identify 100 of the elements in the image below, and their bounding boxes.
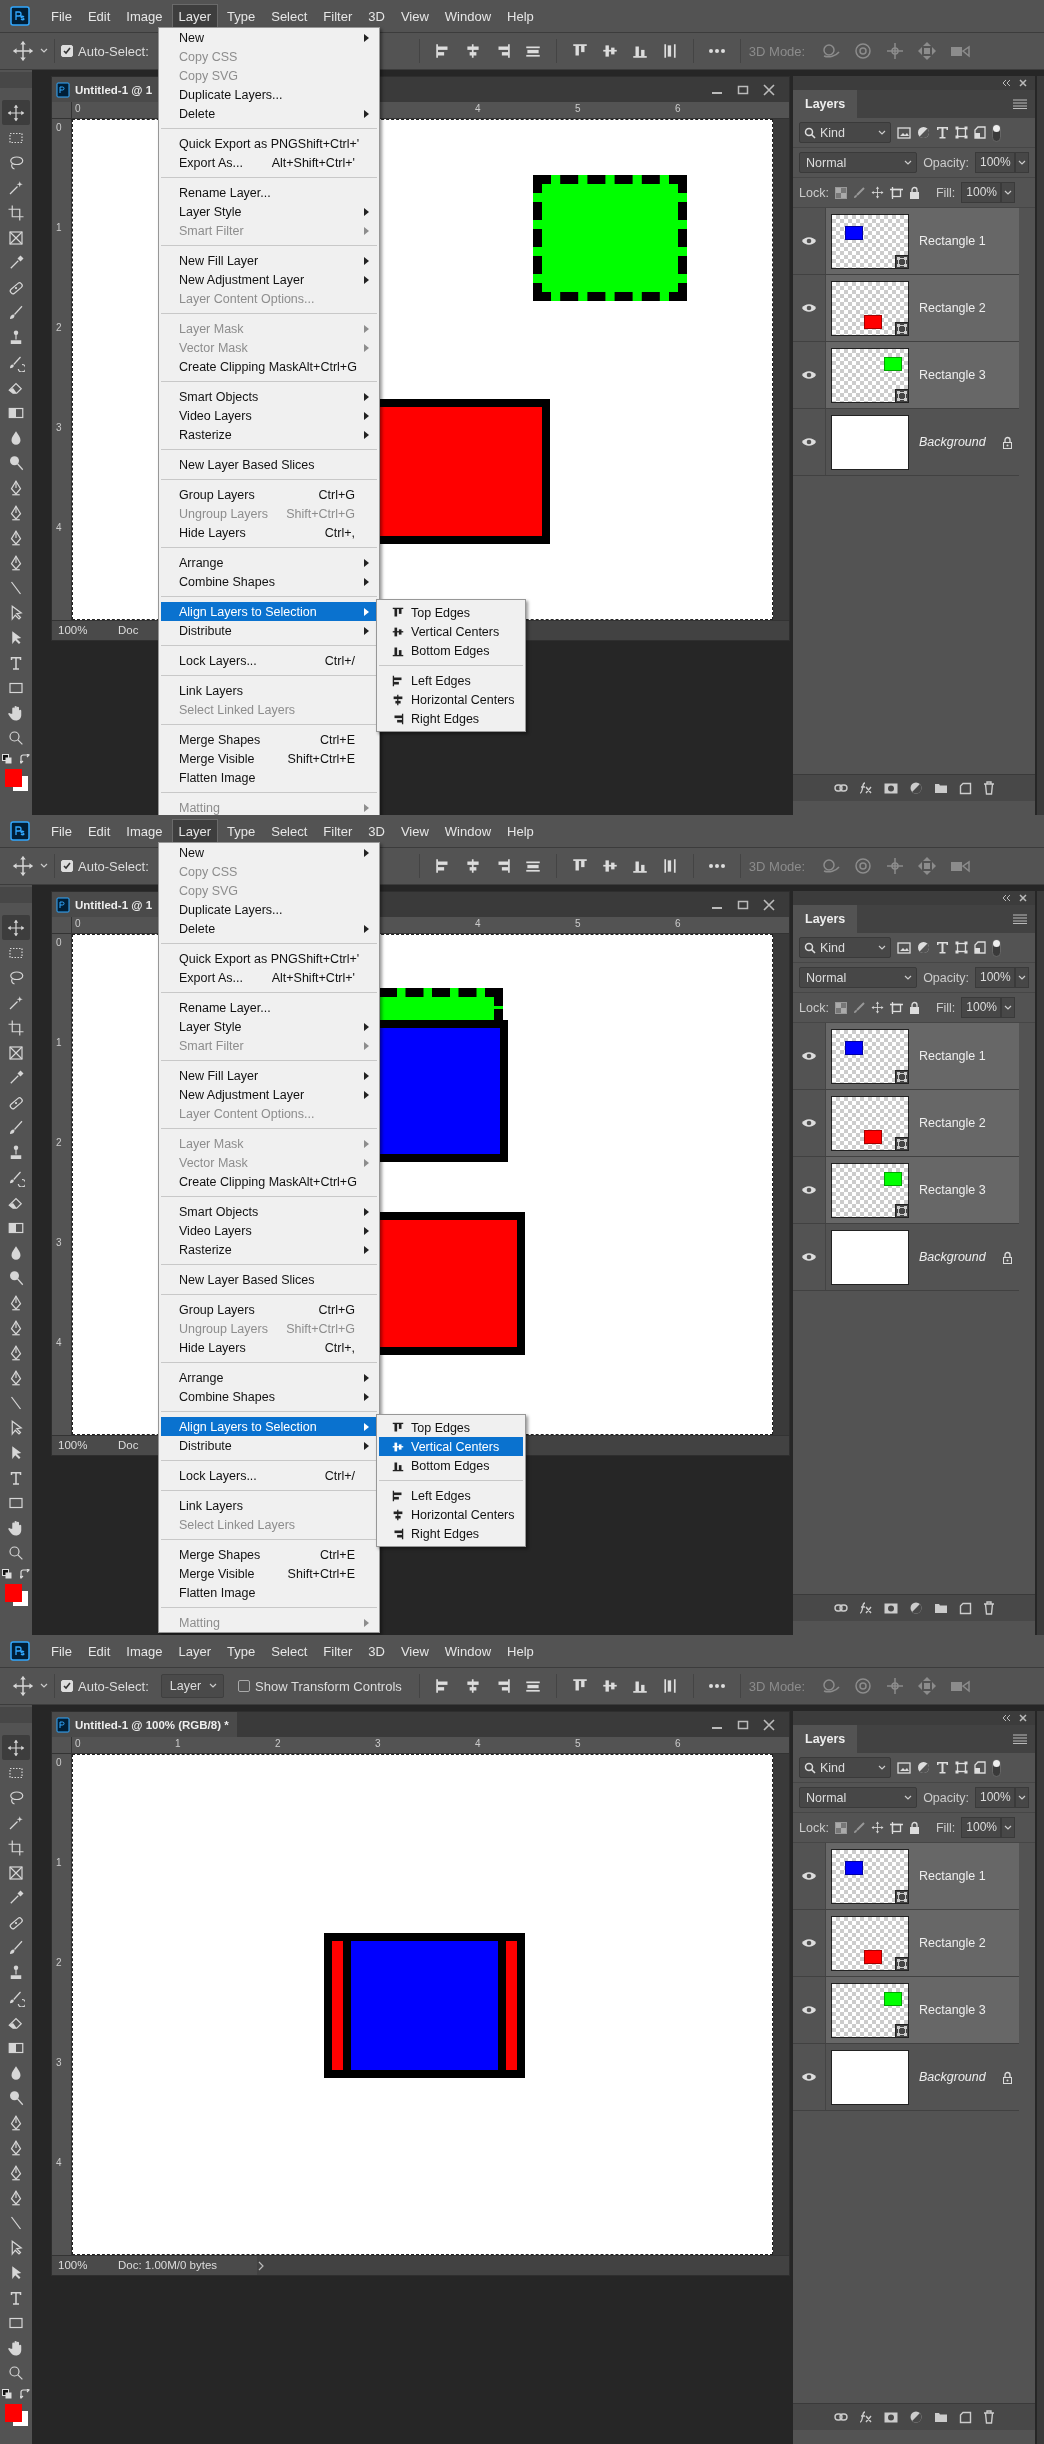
menu-bar-item[interactable]: Help xyxy=(500,1638,541,1664)
foreground-color-swatch[interactable] xyxy=(5,769,22,787)
lock-pixels-icon[interactable] xyxy=(834,1001,847,1014)
background-color-swatch[interactable] xyxy=(13,1591,28,1606)
menu-bar-item[interactable]: 3D xyxy=(361,1638,392,1664)
layer-row[interactable]: Background xyxy=(793,409,1019,476)
eye-icon[interactable] xyxy=(801,236,817,246)
fill-field[interactable]: 100% xyxy=(961,182,1002,203)
menu-bar-item[interactable]: Layer xyxy=(171,1638,219,1664)
smart-object-icon[interactable] xyxy=(974,941,986,954)
menu-icon[interactable] xyxy=(1013,1734,1027,1744)
effects-icon[interactable] xyxy=(858,1602,873,1614)
blend-mode-dropdown[interactable]: Normal xyxy=(799,1787,918,1808)
menu-item[interactable]: Export As... Alt+Shift+Ctrl+' xyxy=(161,968,377,987)
lock-icon[interactable] xyxy=(908,186,920,199)
close-icon[interactable] xyxy=(763,1718,775,1731)
close-icon[interactable] xyxy=(763,898,775,911)
menu-bar-item[interactable]: View xyxy=(393,818,436,844)
menu-item[interactable]: Align Layers to Selection xyxy=(161,602,377,621)
layer-row[interactable]: Rectangle 2 xyxy=(793,1090,1019,1157)
menu-item[interactable]: New Adjustment Layer xyxy=(161,1085,377,1104)
menu-item[interactable]: Video Layers xyxy=(161,406,377,425)
menu-bar-item[interactable]: Window xyxy=(437,1638,499,1664)
menu-item[interactable]: Export As... Alt+Shift+Ctrl+' xyxy=(161,153,377,172)
scrollbar[interactable] xyxy=(773,119,789,620)
filter-dropdown[interactable]: Kind xyxy=(799,937,891,958)
menu-item[interactable]: Hide Layers Ctrl+, xyxy=(161,523,377,542)
opacity-field[interactable]: 100% xyxy=(975,1787,1015,1808)
menu-item[interactable]: Arrange xyxy=(161,553,377,572)
transform-icon[interactable] xyxy=(955,941,968,954)
menu-bar-item[interactable]: Edit xyxy=(80,818,118,844)
menu-item[interactable]: Flatten Image xyxy=(161,768,377,787)
menu-item[interactable]: Rename Layer... xyxy=(161,183,377,202)
menu-item[interactable]: Hide Layers Ctrl+, xyxy=(161,1338,377,1357)
submenu-item[interactable]: Horizontal Centers xyxy=(379,1505,523,1524)
lock-artboard-icon[interactable] xyxy=(889,1821,903,1834)
menu-bar-item[interactable]: Type xyxy=(220,818,263,844)
menu-item[interactable]: Create Clipping MaskAlt+Ctrl+G xyxy=(161,1172,377,1191)
lock-artboard-icon[interactable] xyxy=(889,186,903,199)
zoom-field[interactable]: 100% xyxy=(52,621,102,640)
type-icon[interactable] xyxy=(936,941,949,954)
eye-icon[interactable] xyxy=(801,2072,817,2082)
dropdown-button[interactable] xyxy=(1015,967,1029,988)
lock-brush-icon[interactable] xyxy=(852,186,865,199)
swap-colors-icon[interactable] xyxy=(20,1569,30,1579)
dropdown-button[interactable] xyxy=(1015,152,1029,173)
mask-icon[interactable] xyxy=(883,1602,898,1614)
swap-colors-icon[interactable] xyxy=(20,2389,30,2399)
panel-tab[interactable]: Layers xyxy=(793,905,858,933)
eye-icon[interactable] xyxy=(801,1871,817,1881)
new-layer-icon[interactable] xyxy=(958,1601,972,1615)
filter-dropdown[interactable]: Kind xyxy=(799,122,891,143)
more-icon[interactable] xyxy=(707,1683,726,1689)
effects-icon[interactable] xyxy=(858,2411,873,2423)
menu-item[interactable]: Quick Export as PNGShift+Ctrl+' xyxy=(161,134,377,153)
layer-row[interactable]: Rectangle 3 xyxy=(793,1977,1019,2044)
fill-field[interactable]: 100% xyxy=(961,1817,1002,1838)
app-logo-icon[interactable] xyxy=(10,1641,30,1661)
layer-row[interactable]: Rectangle 1 xyxy=(793,1843,1019,1910)
menu-bar-item[interactable]: Edit xyxy=(80,3,118,29)
lock-icon[interactable] xyxy=(908,1821,920,1834)
menu-item[interactable]: Merge Shapes Ctrl+E xyxy=(161,1545,377,1564)
adjustment-icon[interactable] xyxy=(917,1761,930,1774)
menu-item[interactable]: Combine Shapes xyxy=(161,572,377,591)
menu-bar-item[interactable]: Window xyxy=(437,3,499,29)
menu-item[interactable]: Link Layers xyxy=(161,1496,377,1515)
app-logo-icon[interactable] xyxy=(10,6,30,26)
scrollbar[interactable] xyxy=(1037,76,1044,815)
link-icon[interactable] xyxy=(833,2412,848,2422)
menu-item[interactable]: New Layer Based Slices xyxy=(161,455,377,474)
close-icon[interactable] xyxy=(1019,79,1027,87)
trash-icon[interactable] xyxy=(982,781,995,795)
menu-item[interactable]: Video Layers xyxy=(161,1221,377,1240)
default-colors-icon[interactable] xyxy=(2,1569,12,1579)
submenu-item[interactable]: Left Edges xyxy=(379,671,523,690)
swap-colors-icon[interactable] xyxy=(20,754,30,764)
menu-item[interactable]: Group Layers Ctrl+G xyxy=(161,485,377,504)
move-icon[interactable] xyxy=(12,855,34,877)
menu-item[interactable]: Rasterize xyxy=(161,425,377,444)
menu-item[interactable]: New Fill Layer xyxy=(161,251,377,270)
lock-brush-icon[interactable] xyxy=(852,1821,865,1834)
lock-brush-icon[interactable] xyxy=(852,1001,865,1014)
eye-icon[interactable] xyxy=(801,1938,817,1948)
panel-tab[interactable]: Layers xyxy=(793,90,858,118)
document-tab[interactable]: Untitled-1 @ 1 xyxy=(52,892,161,917)
menu-item[interactable]: Smart Objects xyxy=(161,1202,377,1221)
menu-bar-item[interactable]: Window xyxy=(437,818,499,844)
menu-item[interactable]: Merge Visible Shift+Ctrl+E xyxy=(161,1564,377,1583)
filter-dropdown[interactable]: Kind xyxy=(799,1757,891,1778)
adjustment-icon[interactable] xyxy=(908,2410,923,2424)
menu-item[interactable]: Duplicate Layers... xyxy=(161,85,377,104)
menu-icon[interactable] xyxy=(1013,914,1027,924)
image-icon[interactable] xyxy=(897,1761,911,1774)
menu-bar-item[interactable]: View xyxy=(393,3,436,29)
maximize-icon[interactable] xyxy=(737,898,749,911)
menu-bar-item[interactable]: 3D xyxy=(361,3,392,29)
align-middle-icon[interactable] xyxy=(600,857,619,875)
lock-pixels-icon[interactable] xyxy=(834,1821,847,1834)
zoom-field[interactable]: 100% xyxy=(52,1436,102,1455)
menu-item[interactable]: New Adjustment Layer xyxy=(161,270,377,289)
